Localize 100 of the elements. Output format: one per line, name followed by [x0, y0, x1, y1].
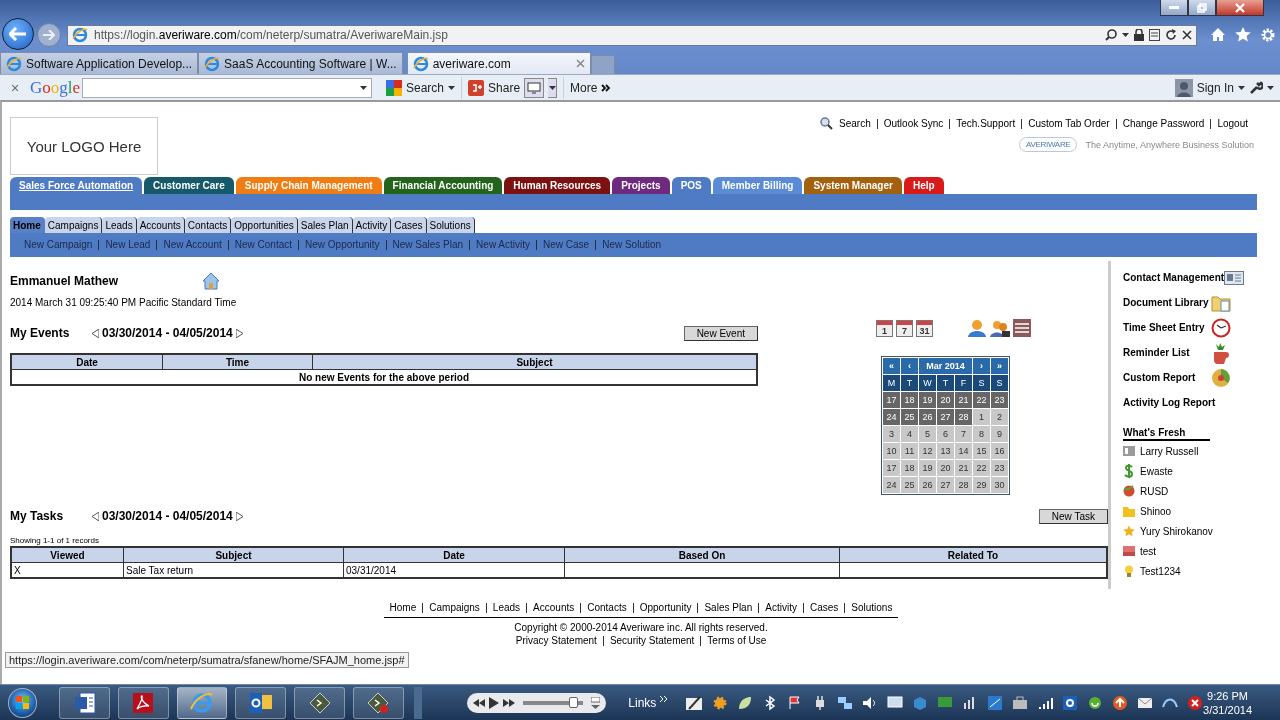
side-link[interactable]: Time Sheet Entry — [1123, 322, 1205, 333]
pen-icon[interactable] — [685, 694, 704, 711]
network-icon[interactable] — [837, 694, 854, 711]
browser-tab[interactable]: averiware.com — [406, 52, 591, 74]
module-tab[interactable]: Help — [903, 177, 944, 194]
calendar-nav[interactable]: « — [883, 358, 900, 374]
double-chevron-icon[interactable] — [660, 695, 669, 702]
module-tab[interactable]: Sales Force Automation — [10, 177, 143, 194]
calendar-day[interactable]: 28 — [955, 477, 972, 493]
taskbar-button[interactable] — [59, 686, 110, 719]
module-tab[interactable]: POS — [671, 177, 711, 194]
taskbar-button[interactable] — [294, 686, 345, 719]
volume-slider[interactable] — [523, 700, 584, 705]
new-event-button[interactable]: New Event — [683, 325, 758, 341]
header-link[interactable]: Custom Tab Order — [1021, 118, 1116, 129]
search-icon[interactable] — [820, 117, 834, 130]
calendar-day[interactable]: 17 — [883, 460, 900, 476]
calendar-day[interactable]: 13 — [937, 443, 954, 459]
calendar-day[interactable]: 24 — [883, 477, 900, 493]
browser-tab[interactable]: SaaS Accounting Software | W... — [198, 52, 403, 74]
list-icon[interactable] — [1013, 319, 1031, 337]
error-icon[interactable] — [1187, 694, 1204, 711]
toolbox-icon[interactable] — [1012, 694, 1029, 711]
header-link[interactable]: Tech.Support — [949, 118, 1022, 129]
forward-icon[interactable] — [503, 698, 516, 707]
calendar-day[interactable]: 10 — [883, 443, 900, 459]
mail-icon[interactable] — [1062, 694, 1079, 711]
calendar-day[interactable]: 18 — [901, 392, 918, 408]
calendar-nav[interactable]: › — [973, 358, 990, 374]
play-icon[interactable] — [489, 696, 500, 709]
section-tab[interactable]: Home — [10, 217, 45, 233]
sign-in-button[interactable]: Sign In — [1196, 80, 1234, 95]
module-tab[interactable]: Projects — [612, 177, 670, 194]
footer-link[interactable]: Campaigns — [422, 603, 486, 613]
legal-link[interactable]: Security Statement — [602, 636, 701, 646]
section-tab[interactable]: Cases — [391, 217, 427, 233]
close-icon[interactable] — [575, 59, 585, 68]
section-tab[interactable]: Activity — [352, 217, 392, 233]
close-toolbar-button[interactable]: × — [0, 79, 30, 96]
calendar-day[interactable]: 23 — [991, 392, 1008, 408]
calendar-day[interactable]: 19 — [919, 460, 936, 476]
taskbar-button[interactable] — [118, 686, 169, 719]
footer-link[interactable]: Leads — [485, 603, 527, 613]
star-icon[interactable] — [1235, 27, 1251, 42]
footer-link[interactable]: Accounts — [526, 603, 581, 613]
new-task-button[interactable]: New Task — [1038, 508, 1108, 524]
home-icon[interactable] — [1210, 27, 1226, 42]
section-tab[interactable]: Leads — [102, 217, 137, 233]
section-tab[interactable]: Opportunities — [231, 217, 298, 233]
refresh-icon[interactable] — [1087, 694, 1104, 711]
section-tab[interactable]: Contacts — [184, 217, 232, 233]
close-button[interactable] — [1216, 0, 1264, 16]
module-tab[interactable]: Financial Accounting — [383, 177, 503, 194]
fresh-item[interactable]: Test1234 — [1140, 565, 1181, 577]
header-link[interactable]: Search — [833, 118, 877, 129]
links-toolbar[interactable]: Links — [628, 695, 657, 710]
header-link[interactable]: Outlook Sync — [876, 118, 950, 129]
group-icon[interactable] — [990, 319, 1010, 337]
taskbar-button[interactable] — [235, 686, 287, 719]
card-icon[interactable] — [1224, 270, 1245, 285]
side-link[interactable]: Contact Management — [1123, 272, 1225, 283]
flower-icon[interactable] — [712, 694, 729, 711]
upload-icon[interactable] — [1112, 694, 1129, 711]
volume-slider-handle[interactable] — [569, 696, 579, 708]
footer-link[interactable]: Activity — [758, 603, 803, 613]
calendar-day[interactable]: 21 — [955, 460, 972, 476]
calendar-view-button[interactable]: 1 — [876, 319, 893, 337]
footer-link[interactable]: Sales Plan — [697, 603, 759, 613]
calendar-day[interactable]: 1 — [973, 409, 990, 425]
calendar-day[interactable]: 26 — [919, 477, 936, 493]
section-tab[interactable]: Solutions — [426, 217, 475, 233]
side-link[interactable]: Custom Report — [1123, 372, 1196, 383]
previous-icon[interactable] — [92, 328, 99, 338]
share-button[interactable]: Share — [488, 80, 521, 95]
calendar-nav[interactable]: ‹ — [901, 358, 918, 374]
calendar-day[interactable]: 20 — [937, 460, 954, 476]
calendar-day[interactable]: 19 — [919, 392, 936, 408]
calendar-day[interactable]: 27 — [937, 477, 954, 493]
browser-tab[interactable]: Software Application Develop... — [0, 52, 199, 74]
rewind-icon[interactable] — [473, 698, 486, 707]
calendar-day[interactable]: 2 — [991, 409, 1008, 425]
fresh-item[interactable]: Yury Shirokanov — [1140, 525, 1213, 537]
footer-link[interactable]: Home — [383, 603, 423, 613]
back-button[interactable] — [2, 18, 34, 50]
calendar-day[interactable]: 14 — [955, 443, 972, 459]
fresh-item[interactable]: Larry Russell — [1140, 445, 1199, 457]
more-button[interactable]: More — [570, 80, 598, 95]
legal-link[interactable]: Terms of Use — [700, 636, 773, 646]
search-icon[interactable] — [1105, 29, 1117, 41]
module-tab[interactable]: System Manager — [804, 177, 902, 194]
calendar-day[interactable]: 15 — [973, 443, 990, 459]
settings-icon[interactable] — [1260, 27, 1276, 43]
calendar-day[interactable]: 25 — [901, 409, 918, 425]
calendar-day[interactable]: 24 — [883, 409, 900, 425]
monitor-button[interactable] — [524, 77, 545, 98]
header-link[interactable]: Logout — [1210, 118, 1254, 129]
section-tab[interactable]: Campaigns — [44, 217, 103, 233]
next-icon[interactable] — [235, 511, 243, 521]
section-tab[interactable]: Sales Plan — [297, 217, 353, 233]
calendar-day[interactable]: 12 — [919, 443, 936, 459]
